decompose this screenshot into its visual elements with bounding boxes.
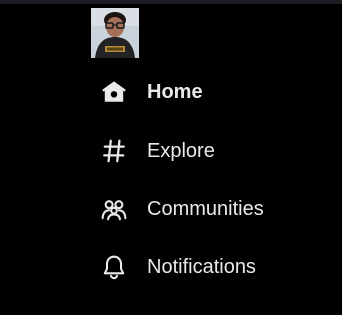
top-bar-strip (0, 0, 342, 4)
bell-icon (100, 253, 128, 281)
communities-icon (100, 195, 128, 223)
nav-item-explore[interactable]: Explore (100, 129, 215, 173)
nav-item-label: Communities (147, 198, 264, 220)
nav-item-label: Notifications (147, 256, 256, 278)
avatar-photo (91, 8, 139, 58)
nav-item-label: Home (147, 81, 203, 103)
home-icon (100, 78, 128, 106)
hashtag-icon (100, 137, 128, 165)
avatar[interactable] (91, 8, 139, 58)
nav-item-notifications[interactable]: Notifications (100, 245, 256, 289)
nav-item-communities[interactable]: Communities (100, 187, 264, 231)
nav-item-label: Explore (147, 140, 215, 162)
nav-item-home[interactable]: Home (100, 70, 203, 114)
